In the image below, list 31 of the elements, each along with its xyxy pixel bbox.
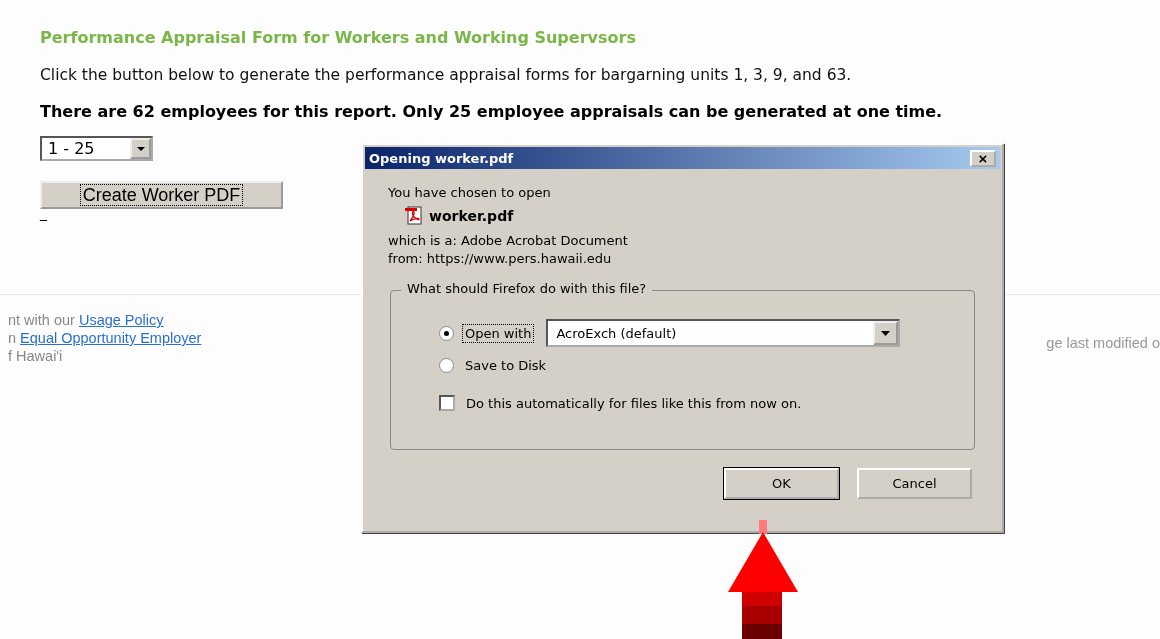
dialog-button[interactable]: OK xyxy=(724,468,839,499)
file-source-text: from: https://www.pers.hawaii.edu xyxy=(388,251,613,266)
footer-link[interactable]: Equal Opportunity Employer xyxy=(20,330,202,346)
dialog-text: You have chosen to open xyxy=(388,185,552,200)
dialog-title: Opening worker.pdf xyxy=(369,150,514,166)
close-button[interactable]: × xyxy=(970,149,996,167)
footer-link[interactable]: Usage Policy xyxy=(78,312,164,328)
arrow-icon xyxy=(728,520,798,639)
range-select[interactable]: 1 - 25 xyxy=(40,136,153,161)
dropdown-arrow-icon xyxy=(881,330,891,336)
group-title: What should Firefox do with this file? xyxy=(401,281,653,296)
radio-button[interactable] xyxy=(439,357,454,373)
footer-text: nt with our xyxy=(8,312,75,328)
option-label[interactable]: Save to Disk xyxy=(462,355,550,375)
dialog-button[interactable]: Cancel xyxy=(857,468,972,499)
application-select[interactable]: AcroExch (default) xyxy=(546,319,901,347)
notice-text: There are 62 employees for this report. Only 25 employee appraisals can be generated at one time. xyxy=(40,102,944,121)
file-type-text: which is a: Adobe Acrobat Document xyxy=(388,233,629,248)
option-label[interactable]: Open with xyxy=(462,323,535,343)
checkbox-label[interactable]: Do this automatically for files like this from now on. xyxy=(463,393,805,413)
pdf-file-icon xyxy=(405,206,423,225)
dropdown-arrow-icon xyxy=(136,146,145,151)
footer-text: n xyxy=(8,330,17,346)
checkbox[interactable] xyxy=(439,395,455,411)
file-name: worker.pdf xyxy=(429,207,514,224)
modified-text: ge last modified o xyxy=(1046,335,1160,353)
footer-text: f Hawai'i xyxy=(8,348,63,364)
intro-text: Click the button below to generate the performance appraisal forms for bargarning units 1, 3, 9, and 63. xyxy=(40,66,853,84)
page-heading: Performance Appraisal Form for Workers and Working Supervsors xyxy=(40,28,637,47)
create-pdf-button[interactable]: Create Worker PDF xyxy=(40,181,283,209)
radio-button[interactable] xyxy=(439,325,454,341)
